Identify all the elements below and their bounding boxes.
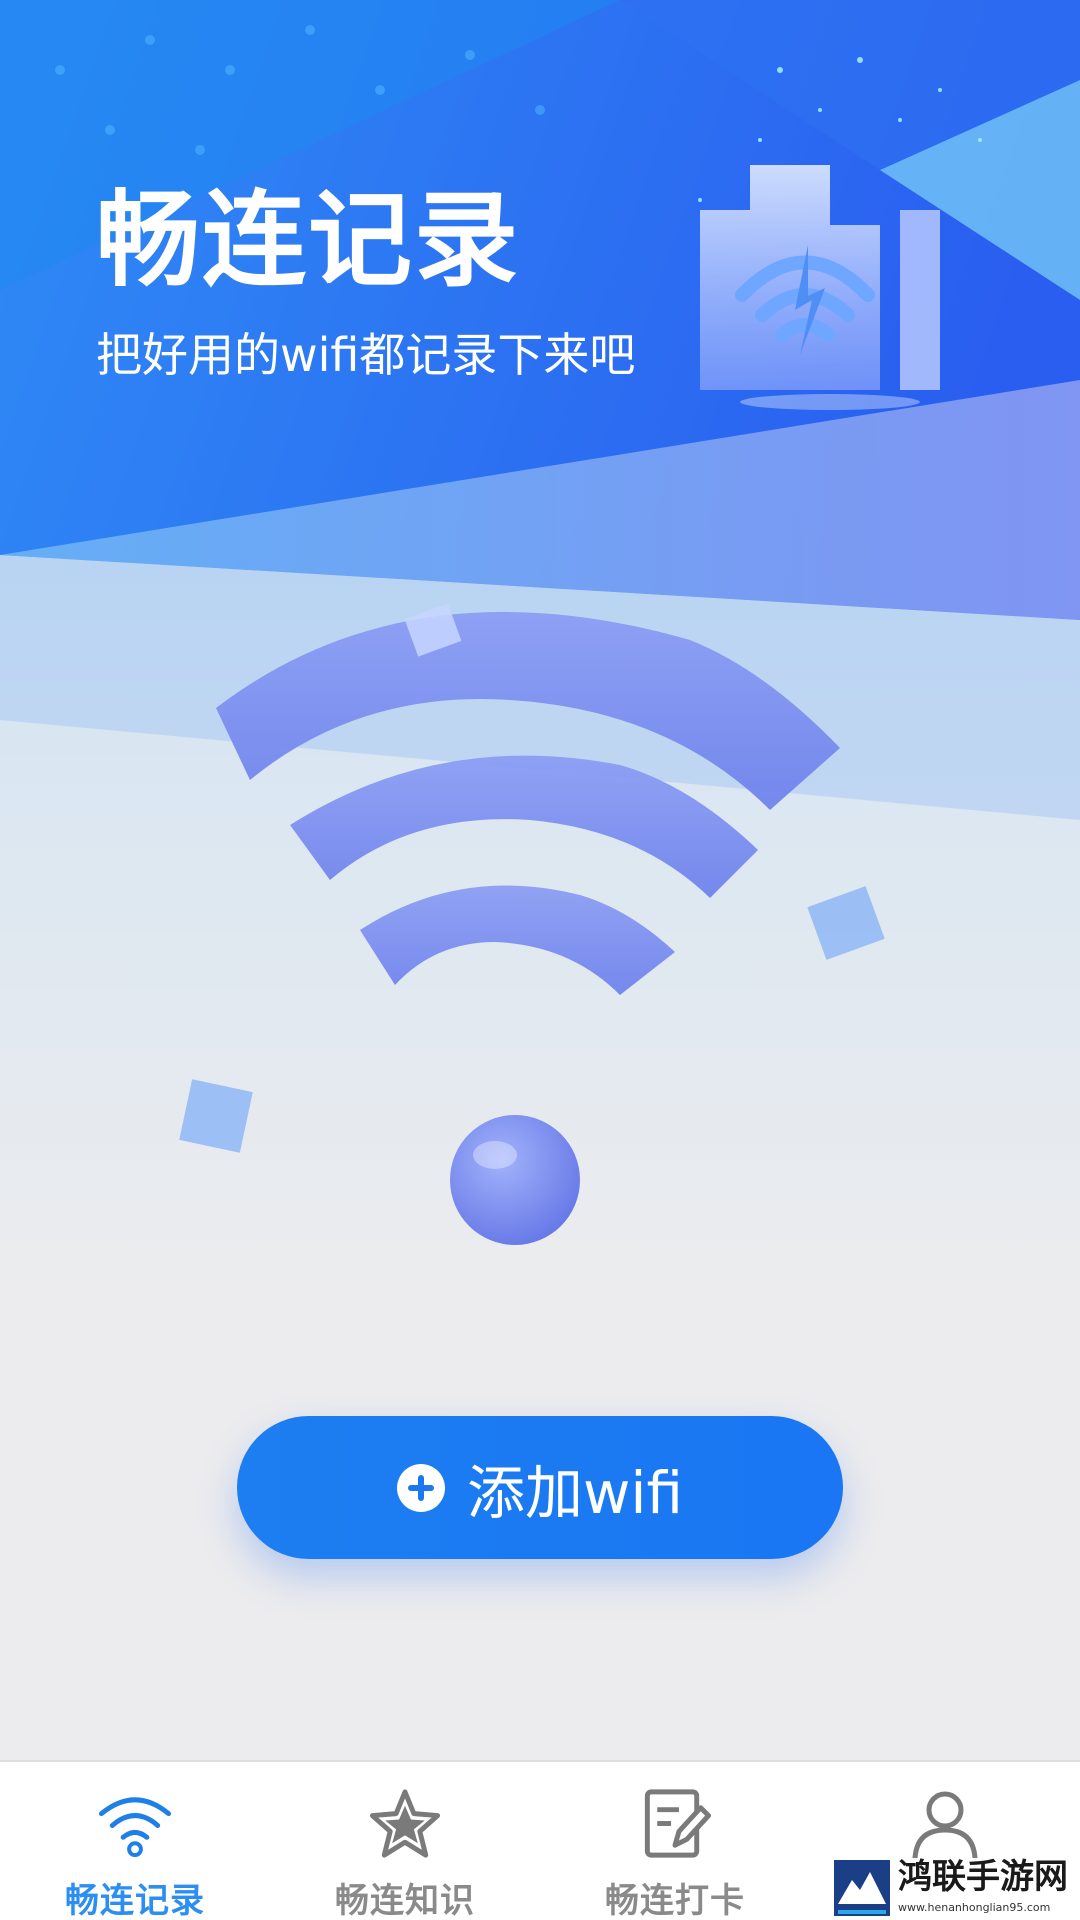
star-icon bbox=[369, 1789, 441, 1858]
tab-label-checkin: 畅连打卡 bbox=[605, 1881, 745, 1920]
watermark: 鸿联手游网 www.henanhonglian95.com bbox=[830, 1858, 1080, 1920]
watermark-name: 鸿联手游网 bbox=[898, 1857, 1068, 1897]
add-wifi-button[interactable]: 添加wifi bbox=[237, 1416, 843, 1559]
watermark-url: www.henanhonglian95.com bbox=[898, 1901, 1051, 1914]
page-title: 畅连记录 bbox=[96, 179, 521, 301]
app-screen: 畅连记录 把好用的wifi都记录下来吧 添加wifi 畅连记录 畅连知识 畅连打… bbox=[0, 0, 1080, 1920]
wifi-icon bbox=[98, 1797, 172, 1858]
tab-checkin[interactable]: 畅连打卡 bbox=[540, 1762, 810, 1920]
tab-label-knowledge: 畅连知识 bbox=[335, 1881, 475, 1920]
tab-label-records: 畅连记录 bbox=[65, 1881, 205, 1920]
page-subtitle: 把好用的wifi都记录下来吧 bbox=[96, 328, 636, 382]
building-wifi-illustration bbox=[700, 165, 940, 410]
user-icon bbox=[912, 1791, 978, 1861]
tab-knowledge[interactable]: 畅连知识 bbox=[270, 1762, 540, 1920]
wifi-illustration bbox=[179, 603, 885, 1245]
tab-records[interactable]: 畅连记录 bbox=[0, 1762, 270, 1920]
edit-note-icon bbox=[644, 1789, 712, 1858]
plus-circle-icon bbox=[396, 1463, 445, 1512]
watermark-logo bbox=[834, 1860, 890, 1916]
add-wifi-label: 添加wifi bbox=[466, 1458, 684, 1527]
